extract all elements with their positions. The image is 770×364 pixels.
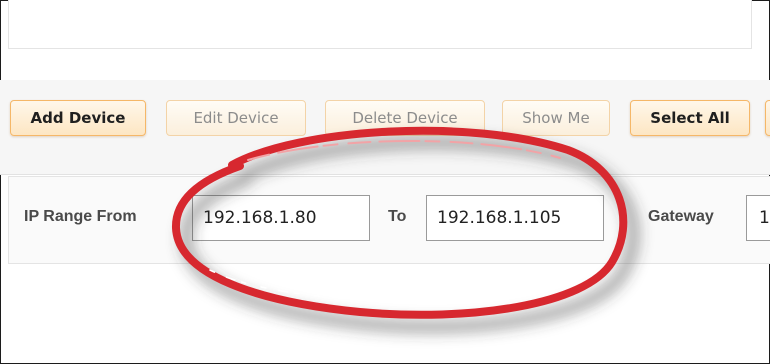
ip-range-from-label: IP Range From	[24, 208, 137, 225]
device-list-panel	[8, 0, 752, 49]
gateway-input[interactable]: 1	[746, 195, 770, 241]
edit-device-button[interactable]: Edit Device	[166, 100, 306, 136]
toolbar-button-clipped[interactable]	[765, 100, 770, 136]
gateway-label: Gateway	[648, 208, 714, 225]
ip-range-from-input[interactable]: 192.168.1.80	[192, 195, 370, 241]
add-device-button[interactable]: Add Device	[10, 100, 146, 136]
ip-range-to-label: To	[388, 208, 407, 225]
delete-device-button[interactable]: Delete Device	[325, 100, 485, 136]
select-all-button[interactable]: Select All	[630, 100, 750, 136]
show-me-button[interactable]: Show Me	[502, 100, 610, 136]
ip-range-to-input[interactable]: 192.168.1.105	[426, 195, 604, 241]
divider	[0, 174, 770, 175]
